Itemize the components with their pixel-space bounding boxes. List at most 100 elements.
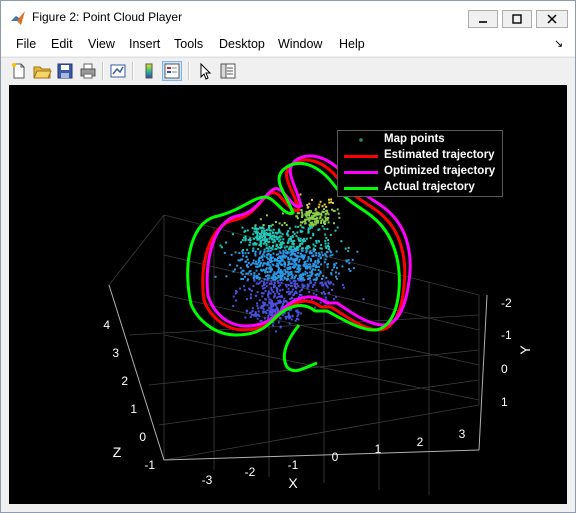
map-point bbox=[276, 277, 279, 280]
map-point bbox=[286, 277, 289, 280]
close-button[interactable] bbox=[536, 10, 568, 28]
map-point bbox=[273, 258, 276, 260]
print-button[interactable] bbox=[78, 61, 98, 81]
map-point bbox=[267, 315, 270, 318]
map-point bbox=[277, 253, 279, 256]
map-point bbox=[274, 304, 277, 307]
menu-desktop[interactable]: Desktop bbox=[219, 37, 265, 51]
map-point bbox=[278, 293, 281, 295]
map-point bbox=[310, 210, 312, 213]
map-point bbox=[279, 270, 282, 273]
menu-insert[interactable]: Insert bbox=[129, 37, 160, 51]
map-point bbox=[313, 278, 316, 281]
map-point bbox=[356, 250, 359, 253]
save-button[interactable] bbox=[55, 61, 75, 81]
map-point bbox=[325, 205, 328, 208]
map-point bbox=[289, 292, 292, 295]
map-point bbox=[249, 311, 252, 314]
menu-window[interactable]: Window bbox=[278, 37, 322, 51]
map-point bbox=[241, 273, 244, 276]
map-point bbox=[315, 277, 318, 280]
map-point bbox=[265, 267, 268, 270]
map-point bbox=[235, 290, 238, 292]
legend-button[interactable] bbox=[162, 61, 182, 81]
map-point bbox=[254, 250, 257, 253]
menu-file[interactable]: File bbox=[16, 37, 36, 51]
title-bar[interactable]: Figure 2: Point Cloud Player bbox=[1, 1, 575, 32]
map-point bbox=[308, 246, 311, 249]
map-point bbox=[260, 269, 263, 272]
map-point bbox=[297, 249, 300, 251]
maximize-button[interactable] bbox=[502, 10, 532, 28]
menu-edit[interactable]: Edit bbox=[51, 37, 73, 51]
plot-legend[interactable]: Map points Estimated trajectory Optimize… bbox=[337, 130, 503, 197]
map-point bbox=[277, 269, 280, 272]
colorbar-button[interactable] bbox=[139, 61, 159, 81]
map-point bbox=[297, 251, 300, 254]
map-point bbox=[301, 226, 304, 229]
map-point bbox=[281, 279, 284, 282]
map-point bbox=[263, 250, 266, 253]
open-file-button[interactable] bbox=[32, 61, 52, 81]
y-tick: -2 bbox=[501, 296, 512, 310]
map-point bbox=[272, 241, 275, 244]
map-point bbox=[256, 291, 259, 294]
map-point bbox=[260, 231, 263, 234]
pointer-button[interactable] bbox=[195, 61, 215, 81]
map-point bbox=[298, 258, 301, 261]
map-point bbox=[315, 294, 318, 296]
map-point bbox=[246, 309, 249, 312]
map-point bbox=[314, 268, 317, 271]
legend-line bbox=[344, 171, 378, 174]
map-point bbox=[330, 251, 333, 254]
map-point bbox=[282, 273, 285, 276]
map-point bbox=[335, 266, 338, 269]
map-point bbox=[225, 241, 228, 244]
map-point bbox=[235, 299, 238, 302]
map-point bbox=[267, 233, 270, 235]
map-point bbox=[294, 225, 297, 228]
map-point bbox=[308, 212, 311, 215]
map-point bbox=[288, 322, 291, 325]
map-point bbox=[269, 292, 272, 295]
map-point bbox=[253, 276, 256, 279]
map-point bbox=[237, 259, 240, 262]
map-point bbox=[311, 221, 314, 224]
map-point bbox=[239, 266, 242, 269]
map-point bbox=[304, 263, 307, 266]
menu-help[interactable]: Help bbox=[339, 37, 365, 51]
map-point bbox=[291, 235, 294, 238]
map-point bbox=[293, 249, 296, 252]
minimize-button[interactable] bbox=[468, 10, 498, 28]
map-point bbox=[335, 250, 338, 253]
map-point bbox=[306, 247, 309, 250]
map-point bbox=[323, 208, 326, 211]
map-point bbox=[290, 262, 293, 265]
map-point bbox=[241, 226, 244, 229]
map-point bbox=[347, 259, 350, 262]
x-axis-label: X bbox=[288, 475, 298, 491]
dock-arrow-icon[interactable]: ↘ bbox=[554, 37, 563, 50]
map-point bbox=[256, 314, 259, 317]
map-point bbox=[260, 307, 263, 310]
menu-tools[interactable]: Tools bbox=[174, 37, 203, 51]
menu-view[interactable]: View bbox=[88, 37, 115, 51]
map-point bbox=[279, 326, 282, 329]
map-point bbox=[266, 238, 268, 241]
map-point bbox=[242, 269, 245, 272]
map-point bbox=[314, 218, 317, 221]
map-point bbox=[272, 324, 274, 327]
map-point bbox=[273, 292, 276, 295]
link-plot-button[interactable] bbox=[108, 61, 128, 81]
map-point bbox=[260, 292, 263, 295]
map-point bbox=[260, 241, 263, 244]
map-point bbox=[326, 263, 329, 266]
map-point bbox=[289, 250, 292, 253]
map-point bbox=[252, 243, 255, 245]
property-editor-button[interactable] bbox=[218, 61, 238, 81]
map-point bbox=[240, 278, 243, 280]
map-point bbox=[263, 234, 266, 237]
new-figure-button[interactable] bbox=[9, 61, 29, 81]
map-point bbox=[280, 276, 283, 279]
map-point bbox=[307, 285, 310, 288]
